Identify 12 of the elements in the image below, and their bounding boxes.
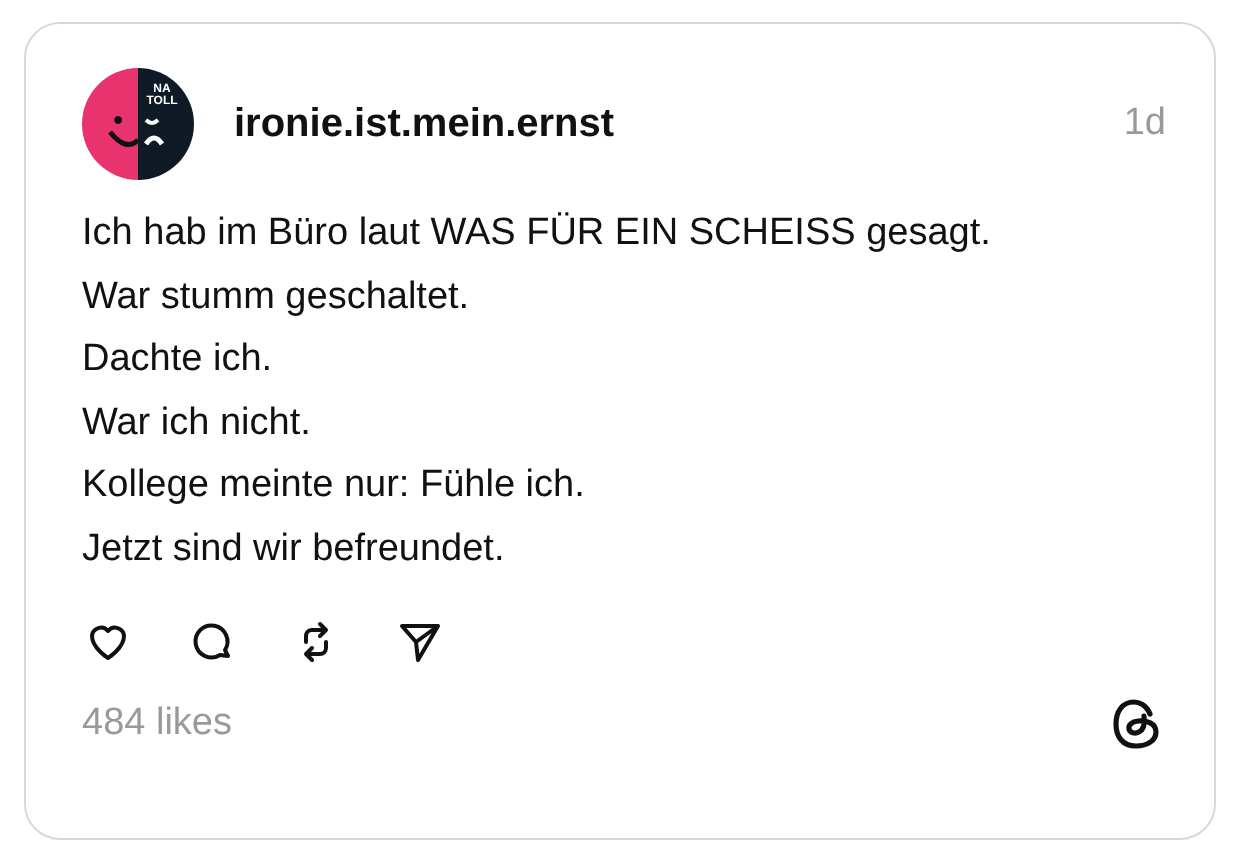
paper-plane-icon [396, 618, 444, 666]
post-text-line: Dachte ich. [82, 336, 275, 384]
post-text-line: Ich hab im Büro laut WAS FÜR EIN SCHEISS gesagt. [82, 210, 993, 258]
post-text-line: Jetzt sind wir befreundet. [82, 525, 507, 573]
post-text-line: Kollege meinte nur: Fühle ich. [82, 462, 587, 510]
speech-bubble-icon [188, 618, 236, 666]
face-drawing [106, 112, 166, 148]
post-text-line: War stumm geschaltet. [82, 273, 472, 321]
post-text-line: War ich nicht. [82, 399, 313, 447]
post-time: 1d [1123, 102, 1166, 146]
username[interactable]: ironie.ist.mein.ernst [234, 101, 1084, 147]
threads-logo-icon [1110, 696, 1162, 752]
